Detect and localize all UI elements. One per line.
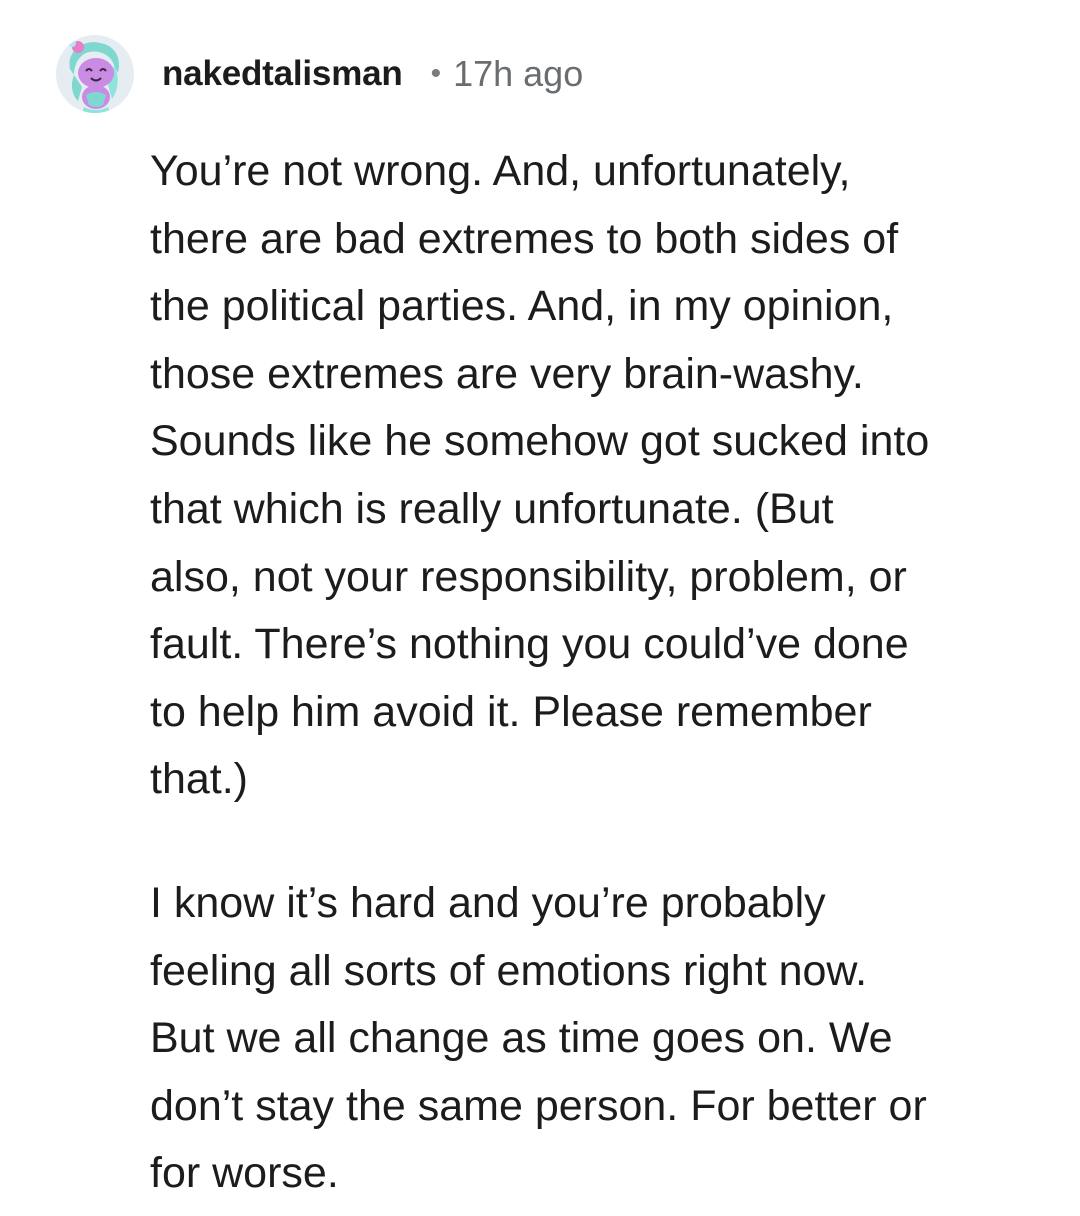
separator-dot: • [430,57,442,90]
comment-body: You’re not wrong. And, unfortunately, th… [150,138,1030,1208]
comment: nakedtalisman • 17h ago You’re not wrong… [0,0,1080,1216]
comment-paragraph: I know it’s hard and you’re probably fee… [150,878,927,1198]
comment-paragraph: You’re not wrong. And, unfortunately, th… [150,147,930,804]
username[interactable]: nakedtalisman [162,54,403,94]
comment-header: nakedtalisman • 17h ago [56,32,583,116]
user-avatar[interactable] [56,35,134,113]
snoo-avatar-icon [56,35,134,113]
comment-timestamp: 17h ago [453,53,584,94]
